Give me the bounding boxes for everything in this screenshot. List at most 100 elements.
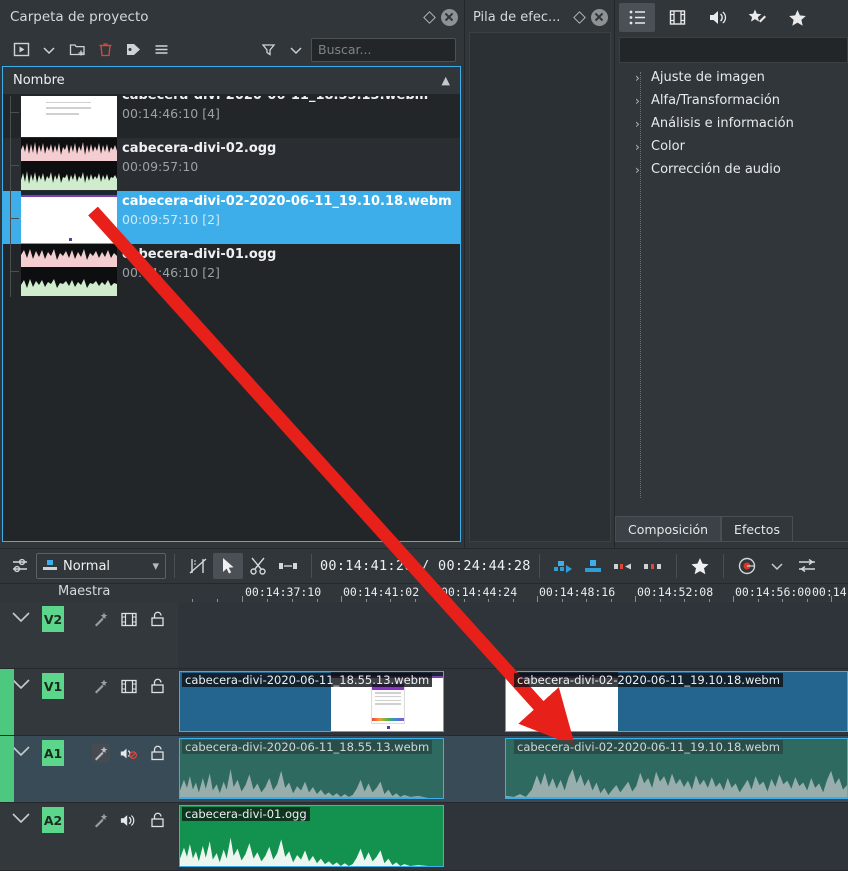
clip-name: cabecera-divi-01.ogg (122, 247, 277, 262)
track-tag[interactable]: A2 (42, 807, 64, 833)
effects-icon[interactable] (92, 811, 110, 829)
list-item[interactable]: cabecera-divi-02.ogg 00:09:57:10 (3, 138, 460, 191)
tab-efectos[interactable]: Efectos (721, 516, 793, 541)
track-header-V1[interactable]: V1 (0, 669, 178, 736)
filter-menu-button[interactable] (283, 38, 309, 62)
effect-stack-body[interactable] (469, 32, 611, 542)
filter-button[interactable] (255, 38, 281, 62)
spacer-tool-button[interactable] (273, 553, 303, 579)
lock-icon[interactable] (148, 677, 166, 695)
bin-menu-button[interactable] (148, 38, 174, 62)
clip-meta: cabecera-divi-2020-06-11_18.55.13.webm 0… (122, 96, 428, 121)
float-effect-stack-button[interactable] (570, 8, 588, 26)
new-folder-button[interactable] (64, 38, 90, 62)
effects-search-input[interactable] (619, 37, 848, 63)
insert-zone-button[interactable] (548, 553, 578, 579)
float-panel-button[interactable] (420, 8, 438, 26)
lift-zone-button[interactable] (638, 553, 668, 579)
track-tag[interactable]: V2 (42, 606, 64, 632)
timeline-ruler[interactable]: Maestra 00:14:37:10 00:14:41:02 00:14:44… (0, 584, 848, 602)
clip-waveform (180, 833, 443, 866)
effect-category-correccion-de-audio[interactable]: › Corrección de audio (619, 158, 848, 181)
favorite-effects-button[interactable] (685, 553, 715, 579)
tab-favorite-effects[interactable] (779, 3, 815, 32)
effect-category-analisis-e-informacion[interactable]: › Análisis e información (619, 112, 848, 135)
tab-main-effects[interactable] (619, 3, 655, 32)
tab-custom-effects[interactable] (739, 3, 775, 32)
effect-category-ajuste-de-imagen[interactable]: › Ajuste de imagen (619, 66, 848, 89)
add-clip-button[interactable] (8, 38, 34, 62)
list-item[interactable]: cabecera-divi-01.ogg 00:14:46:10 [2] (3, 244, 460, 297)
audio-mixer-button[interactable] (792, 553, 822, 579)
mix-tool-button[interactable] (183, 553, 213, 579)
clip-name: cabecera-divi-02-2020-06-11_19.10.18.web… (122, 194, 452, 209)
track-area-V1[interactable]: cabecera-divi-2020-06-11_18.55.13.webm c… (0, 669, 848, 736)
tab-video-effects[interactable] (659, 3, 695, 32)
overwrite-zone-button[interactable] (578, 553, 608, 579)
record-button[interactable] (732, 553, 762, 579)
ruler-label: 00:14:37:10 (245, 585, 322, 599)
film-icon[interactable] (120, 677, 138, 695)
search-input[interactable]: Buscar... (311, 37, 456, 62)
add-clip-menu-button[interactable] (36, 38, 62, 62)
effects-icon[interactable] (92, 610, 110, 628)
film-icon[interactable] (120, 610, 138, 628)
close-effect-stack-button[interactable] (590, 8, 608, 26)
track-A1[interactable]: A1 cabecera-divi-2020-06-11_18.55.13.web… (0, 736, 848, 803)
list-item[interactable]: cabecera-divi-2020-06-11_18.55.13.webm 0… (3, 96, 460, 138)
delete-clip-button[interactable] (92, 38, 118, 62)
timeline-clip[interactable]: cabecera-divi-2020-06-11_18.55.13.webm (179, 671, 444, 732)
timeline-clip[interactable]: cabecera-divi-01.ogg (179, 805, 444, 867)
speaker-muted-icon[interactable] (120, 744, 138, 762)
effects-icon[interactable] (92, 677, 110, 695)
timeline-clip[interactable]: cabecera-divi-02-2020-06-11_19.10.18.web… (505, 671, 848, 732)
chevron-right-icon: › (635, 93, 640, 108)
project-bin-list[interactable]: Nombre ▲ 00:14:46:10 [4] cabecera-divi-0… (2, 66, 461, 542)
list-item[interactable]: cabecera-divi-02-2020-06-11_19.10.18.web… (3, 191, 460, 244)
timecode-current: 00:14:41:20 (320, 558, 413, 574)
track-tag[interactable]: A1 (42, 740, 64, 766)
expand-track-button[interactable] (10, 811, 32, 829)
track-tag[interactable]: V1 (42, 673, 64, 699)
waveform-bottom (21, 273, 117, 296)
lock-icon[interactable] (148, 610, 166, 628)
effects-tab-bar (615, 0, 848, 35)
lock-icon[interactable] (148, 744, 166, 762)
track-V1[interactable]: V1 cabecera-divi-2020-06-11_18.55.13.web… (0, 669, 848, 736)
timecode-display[interactable]: 00:14:41:20 / 00:24:44:28 (320, 558, 531, 574)
track-header-icons (92, 677, 178, 695)
effects-icon[interactable] (92, 744, 110, 762)
speaker-icon[interactable] (120, 811, 138, 829)
edit-mode-value: Normal (63, 558, 111, 574)
track-header-A2[interactable]: A2 (0, 803, 178, 871)
bin-column-header[interactable]: Nombre ▲ (3, 67, 460, 95)
tab-composicion[interactable]: Composición (615, 516, 722, 541)
timeline-settings-button[interactable] (6, 553, 36, 579)
track-area-A2[interactable]: cabecera-divi-01.ogg (178, 803, 848, 871)
clip-meta: cabecera-divi-02-2020-06-11_19.10.18.web… (122, 191, 452, 227)
extract-zone-button[interactable] (608, 553, 638, 579)
tab-audio-effects[interactable] (699, 3, 735, 32)
track-area-A1[interactable]: cabecera-divi-2020-06-11_18.55.13.webm c… (0, 736, 848, 803)
select-tool-button[interactable] (213, 553, 243, 579)
tag-button[interactable] (120, 38, 146, 62)
effect-category-alfa-transformacion[interactable]: › Alfa/Transformación (619, 89, 848, 112)
timeline-clip[interactable]: cabecera-divi-2020-06-11_18.55.13.webm (179, 738, 444, 799)
divider (174, 554, 175, 578)
edit-mode-select[interactable]: Normal ▾ (36, 553, 166, 579)
effect-category-color[interactable]: › Color (619, 135, 848, 158)
effect-stack-title: Pila de efec... (473, 9, 561, 25)
ruler-label: 00:14:56:00 (735, 585, 812, 599)
record-menu-button[interactable] (762, 553, 792, 579)
track-header-V2[interactable]: V2 (0, 602, 178, 669)
close-panel-button[interactable] (440, 8, 458, 26)
expand-track-button[interactable] (10, 610, 32, 628)
track-area-V2[interactable] (178, 602, 848, 669)
track-A2[interactable]: A2 cabecera-divi-01.ogg (0, 803, 848, 871)
track-header-A1[interactable]: A1 (0, 736, 178, 803)
track-V2[interactable]: V2 (0, 602, 848, 669)
lock-icon[interactable] (148, 811, 166, 829)
razor-tool-button[interactable] (243, 553, 273, 579)
clip-thumbnail (21, 138, 117, 190)
timeline-clip[interactable]: cabecera-divi-02-2020-06-11_19.10.18.web… (505, 738, 848, 799)
